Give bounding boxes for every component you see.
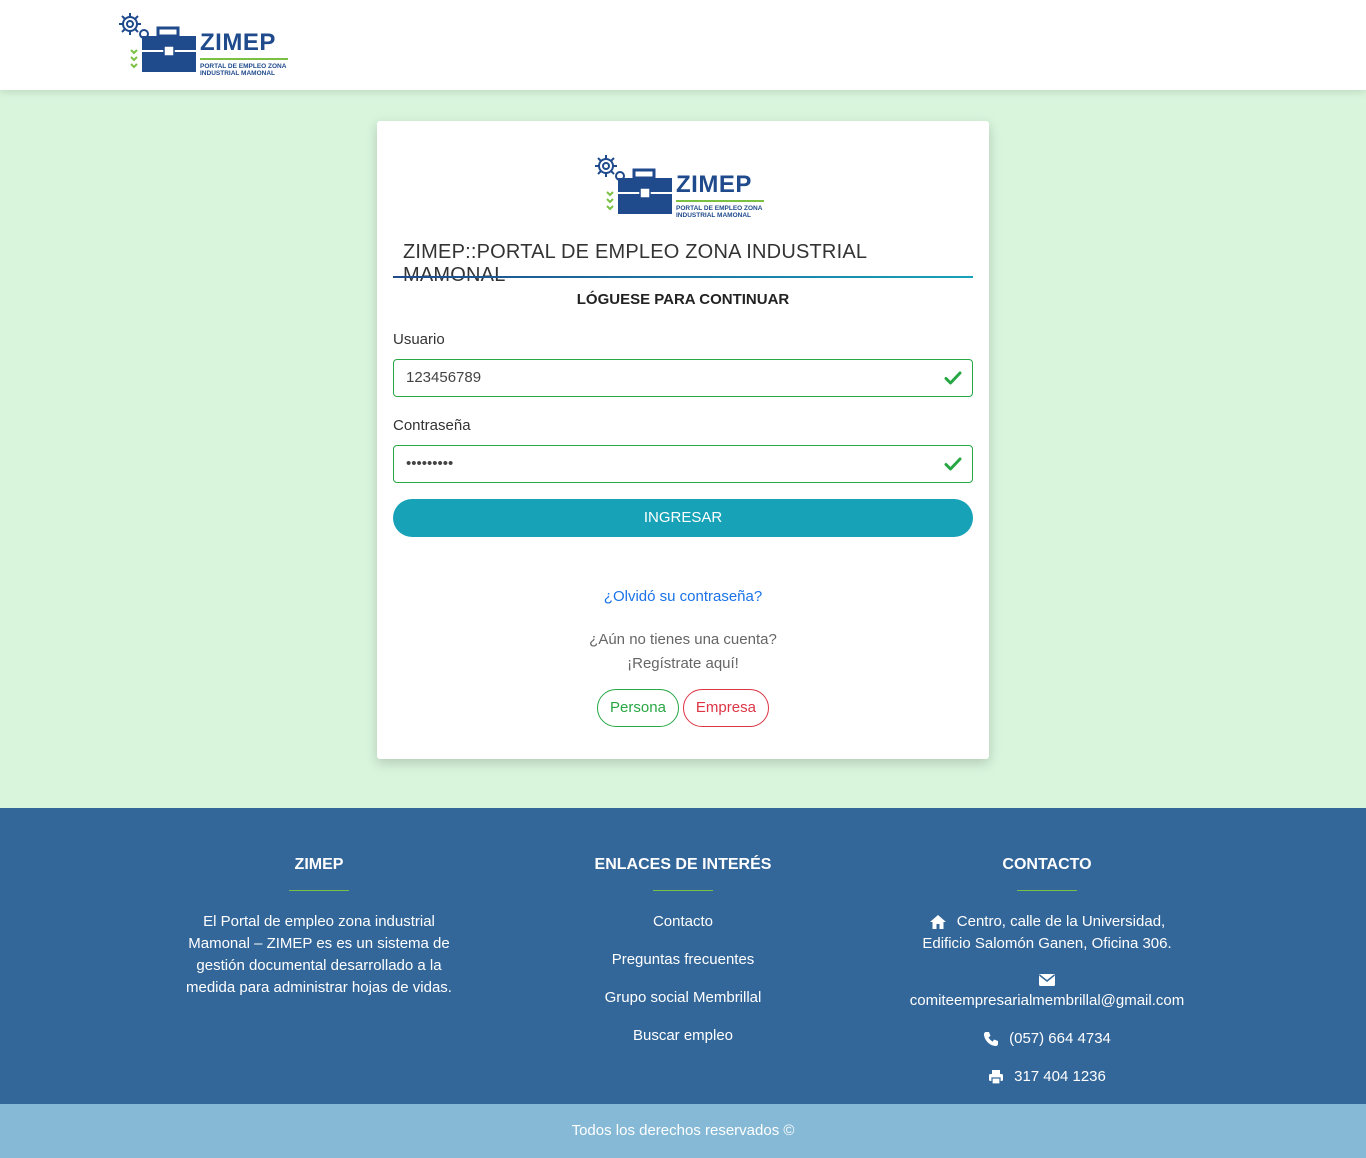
user-input[interactable] [406,369,926,386]
copyright-text: Todos los derechos reservados © [571,1122,795,1139]
contact-email: comiteempresarialmembrillal@gmail.com [897,971,1197,1012]
footer-about-title: ZIMEP [294,856,344,873]
check-icon [944,371,962,385]
footer-contact-title: CONTACTO [1002,856,1092,873]
title-divider [393,276,973,278]
address-line2: Edificio Salomón Ganen, Oficina 306. [922,935,1172,952]
footer-link-contacto[interactable]: Contacto [563,911,803,933]
footer: ZIMEP El Portal de empleo zona industria… [0,808,1366,1104]
password-input[interactable] [406,455,926,472]
register-here-text: ¡Regístrate aquí! [627,655,739,672]
contact-phone-text: (057) 664 4734 [1009,1030,1111,1047]
copyright-bar: Todos los derechos reservados © [0,1104,1366,1158]
briefcase-gear-icon [595,155,672,214]
login-button[interactable]: INGRESAR [393,499,973,537]
contact-address: Centro, calle de la Universidad, Edifici… [897,911,1197,955]
forgot-password-link[interactable]: ¿Olvidó su contraseña? [377,588,989,605]
address-line1: Centro, calle de la Universidad, [956,913,1166,930]
footer-divider [289,890,349,891]
footer-links: ENLACES DE INTERÉS Contacto Preguntas fr… [563,856,803,1063]
footer-link-faq[interactable]: Preguntas frecuentes [563,949,803,971]
login-title: ZIMEP::PORTAL DE EMPLEO ZONA INDUSTRIAL … [403,241,867,286]
card-logo: ZIMEP PORTAL DE EMPLEO ZONA INDUSTRIAL M… [592,152,768,219]
contact-email-text[interactable]: comiteempresarialmembrillal@gmail.com [910,990,1184,1012]
logo-name: ZIMEP [200,29,276,56]
print-icon [989,1070,1004,1085]
site-logo[interactable]: ZIMEP PORTAL DE EMPLEO ZONA INDUSTRIAL M… [116,10,292,77]
footer-divider [1017,890,1077,891]
footer-link-buscar-empleo[interactable]: Buscar empleo [563,1025,803,1047]
contact-phone: (057) 664 4734 [897,1028,1197,1050]
password-label: Contraseña [393,417,471,434]
logo-rule [676,200,764,202]
register-persona-button[interactable]: Persona [597,689,679,727]
logo-subtitle: PORTAL DE EMPLEO ZONA INDUSTRIAL MAMONAL [676,205,763,219]
no-account-text: ¿Aún no tienes una cuenta? ¡Regístrate a… [377,628,989,676]
user-field[interactable] [393,359,973,397]
logo-name: ZIMEP [676,171,752,198]
contact-fax: 317 404 1236 [897,1066,1197,1088]
register-empresa-button[interactable]: Empresa [682,689,769,727]
logo-rule [200,58,288,60]
password-field[interactable] [393,445,973,483]
contact-fax-text: 317 404 1236 [1014,1068,1106,1085]
footer-links-title: ENLACES DE INTERÉS [594,856,772,873]
check-icon [944,457,962,471]
login-subtitle: LÓGUESE PARA CONTINUAR [576,291,790,308]
no-account-line1: ¿Aún no tienes una cuenta? [589,631,777,648]
footer-divider [653,890,713,891]
briefcase-gear-icon [119,13,196,72]
home-icon [929,915,946,929]
footer-link-grupo-social[interactable]: Grupo social Membrillal [563,987,803,1009]
footer-about-text: El Portal de empleo zona industrial Mamo… [186,913,452,996]
register-buttons: Persona Empresa [377,689,989,727]
phone-icon [984,1032,999,1046]
user-label: Usuario [393,331,445,348]
envelope-icon [1039,974,1055,986]
footer-contact: CONTACTO Centro, calle de la Universidad… [897,856,1197,1104]
header-bar: ZIMEP PORTAL DE EMPLEO ZONA INDUSTRIAL M… [0,0,1366,90]
login-card: ZIMEP PORTAL DE EMPLEO ZONA INDUSTRIAL M… [377,121,989,759]
footer-about: ZIMEP El Portal de empleo zona industria… [180,856,458,999]
logo-subtitle: PORTAL DE EMPLEO ZONA INDUSTRIAL MAMONAL [200,63,287,77]
